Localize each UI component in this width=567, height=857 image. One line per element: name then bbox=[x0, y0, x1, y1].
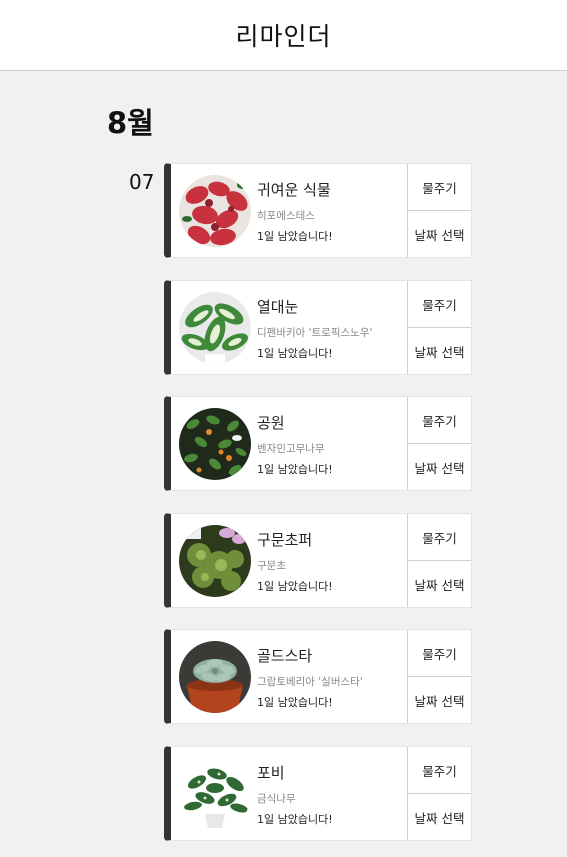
plant-card: 열대눈 디펜바키아 '트로픽스노우' 1일 남았습니다! 물주기 날짜 선택 bbox=[164, 280, 472, 375]
water-button[interactable]: 물주기 bbox=[408, 630, 471, 676]
plant-card: 골드스타 그랍토베리아 '실버스타' 1일 남았습니다! 물주기 날짜 선택 bbox=[164, 629, 472, 724]
plant-species: 디펜바키아 '트로픽스노우' bbox=[257, 327, 373, 339]
plant-name: 열대눈 bbox=[257, 298, 299, 316]
plant-card: 포비 금식나무 1일 남았습니다! 물주기 날짜 선택 bbox=[164, 746, 472, 841]
plant-name: 골드스타 bbox=[257, 647, 313, 665]
plant-card: 귀여운 식물 히포에스테스 1일 남았습니다! 물주기 날짜 선택 bbox=[164, 163, 472, 258]
water-button[interactable]: 물주기 bbox=[408, 281, 471, 327]
select-date-button[interactable]: 날짜 선택 bbox=[408, 327, 471, 374]
select-date-button[interactable]: 날짜 선택 bbox=[408, 443, 471, 490]
water-button[interactable]: 물주기 bbox=[408, 397, 471, 443]
water-button[interactable]: 물주기 bbox=[408, 164, 471, 210]
day-label: 07 bbox=[129, 170, 155, 194]
plant-species: 히포에스테스 bbox=[257, 210, 315, 222]
remaining-days: 1일 남았습니다! bbox=[257, 347, 333, 360]
plant-card: 구문초퍼 구문초 1일 남았습니다! 물주기 날짜 선택 bbox=[164, 513, 472, 608]
plant-name: 공원 bbox=[257, 414, 285, 432]
page-title: 리마인더 bbox=[235, 22, 332, 51]
month-heading: 8월 bbox=[107, 106, 154, 140]
ficus-photo bbox=[179, 408, 251, 480]
select-date-button[interactable]: 날짜 선택 bbox=[408, 676, 471, 723]
plant-species: 구문초 bbox=[257, 560, 286, 572]
red-leaf-plant-photo bbox=[179, 175, 251, 247]
plant-species: 금식나무 bbox=[257, 793, 296, 805]
plant-name: 구문초퍼 bbox=[257, 531, 313, 549]
select-date-button[interactable]: 날짜 선택 bbox=[408, 210, 471, 257]
aucuba-photo bbox=[179, 758, 251, 830]
plant-species: 벤자민고무나무 bbox=[257, 443, 325, 455]
app-header: 리마인더 bbox=[0, 0, 567, 71]
select-date-button[interactable]: 날짜 선택 bbox=[408, 793, 471, 840]
geranium-photo bbox=[179, 525, 251, 597]
remaining-days: 1일 남았습니다! bbox=[257, 230, 333, 243]
water-button[interactable]: 물주기 bbox=[408, 747, 471, 793]
remaining-days: 1일 남았습니다! bbox=[257, 813, 333, 826]
plant-name: 귀여운 식물 bbox=[257, 181, 331, 199]
select-date-button[interactable]: 날짜 선택 bbox=[408, 560, 471, 607]
plant-species: 그랍토베리아 '실버스타' bbox=[257, 676, 363, 688]
remaining-days: 1일 남았습니다! bbox=[257, 696, 333, 709]
dieffenbachia-photo bbox=[179, 292, 251, 364]
plant-card: 공원 벤자민고무나무 1일 남았습니다! 물주기 날짜 선택 bbox=[164, 396, 472, 491]
plant-name: 포비 bbox=[257, 764, 285, 782]
succulent-photo bbox=[179, 641, 251, 713]
remaining-days: 1일 남았습니다! bbox=[257, 580, 333, 593]
remaining-days: 1일 남았습니다! bbox=[257, 463, 333, 476]
water-button[interactable]: 물주기 bbox=[408, 514, 471, 560]
